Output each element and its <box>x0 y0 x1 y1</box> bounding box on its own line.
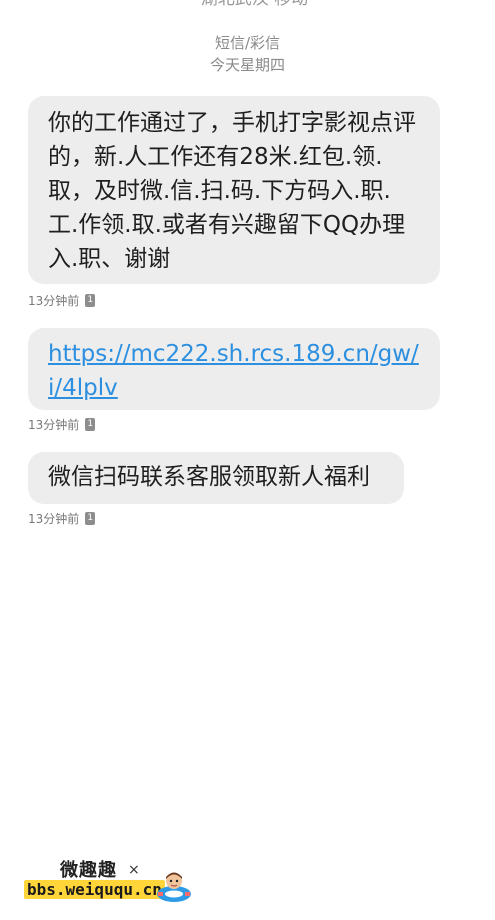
message-link[interactable]: https://mc222.sh.rcs.189.cn/gw/i/4lplv <box>48 341 419 401</box>
time-label: 13分钟前 <box>28 512 80 526</box>
message-bubble-3[interactable]: 微信扫码联系客服领取新人福利 <box>28 452 404 504</box>
message-text-3: 微信扫码联系客服领取新人福利 <box>48 464 370 490</box>
site-watermark: 微趣趣 × bbs.weiququ.cn <box>24 856 204 906</box>
message-text-1: 你的工作通过了，手机打字影视点评的，新.人工作还有28米.红包.领.取，及时微.… <box>48 110 416 272</box>
sender-name: 湖北武汉 移动 <box>0 0 495 9</box>
message-time-2: 13分钟前 1 <box>28 416 96 433</box>
sim-card-icon: 1 <box>85 418 96 431</box>
swim-ring-mascot-icon <box>157 872 191 902</box>
sim-card-icon: 1 <box>85 512 96 525</box>
watermark-mark: × <box>128 862 140 878</box>
message-type-label: 短信/彩信 <box>214 34 281 52</box>
time-label: 13分钟前 <box>28 418 80 432</box>
conversation-header: 短信/彩信 今天星期四 <box>0 32 495 76</box>
message-bubble-1[interactable]: 你的工作通过了，手机打字影视点评的，新.人工作还有28米.红包.领.取，及时微.… <box>28 96 440 284</box>
message-time-1: 13分钟前 1 <box>28 292 96 309</box>
message-bubble-2[interactable]: https://mc222.sh.rcs.189.cn/gw/i/4lplv <box>28 328 440 410</box>
time-label: 13分钟前 <box>28 294 80 308</box>
watermark-url: bbs.weiququ.cn <box>24 880 165 899</box>
watermark-name: 微趣趣 <box>60 860 117 881</box>
date-divider: 今天星期四 <box>209 56 285 74</box>
message-time-3: 13分钟前 1 <box>28 510 96 527</box>
sim-card-icon: 1 <box>85 294 96 307</box>
